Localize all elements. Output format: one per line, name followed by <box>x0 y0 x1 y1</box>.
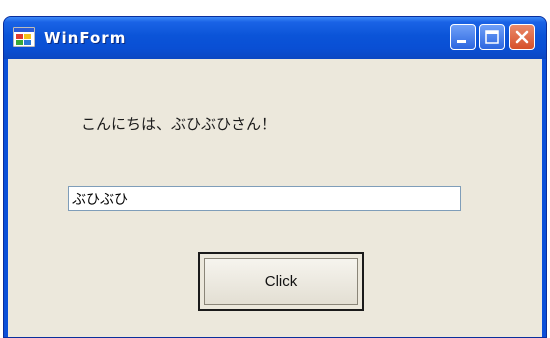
minimize-icon <box>457 40 466 43</box>
close-button[interactable] <box>509 24 535 50</box>
close-icon <box>515 30 529 44</box>
maximize-button[interactable] <box>479 24 505 50</box>
greeting-label: こんにちは、ぶひぶひさん！ <box>81 115 277 133</box>
winform-window: WinForm こんにちは、ぶひぶひさん！ Click <box>3 16 547 338</box>
click-button-face: Click <box>204 258 358 305</box>
title-bar[interactable]: WinForm <box>4 17 546 59</box>
name-textbox[interactable] <box>68 186 461 211</box>
minimize-button[interactable] <box>450 24 476 50</box>
form-client-area: こんにちは、ぶひぶひさん！ Click <box>8 59 542 337</box>
maximize-icon <box>485 30 499 44</box>
click-button-label: Click <box>264 273 298 290</box>
winform-app-icon[interactable] <box>13 27 35 47</box>
window-title: WinForm <box>44 29 127 47</box>
click-button[interactable]: Click <box>198 252 364 311</box>
